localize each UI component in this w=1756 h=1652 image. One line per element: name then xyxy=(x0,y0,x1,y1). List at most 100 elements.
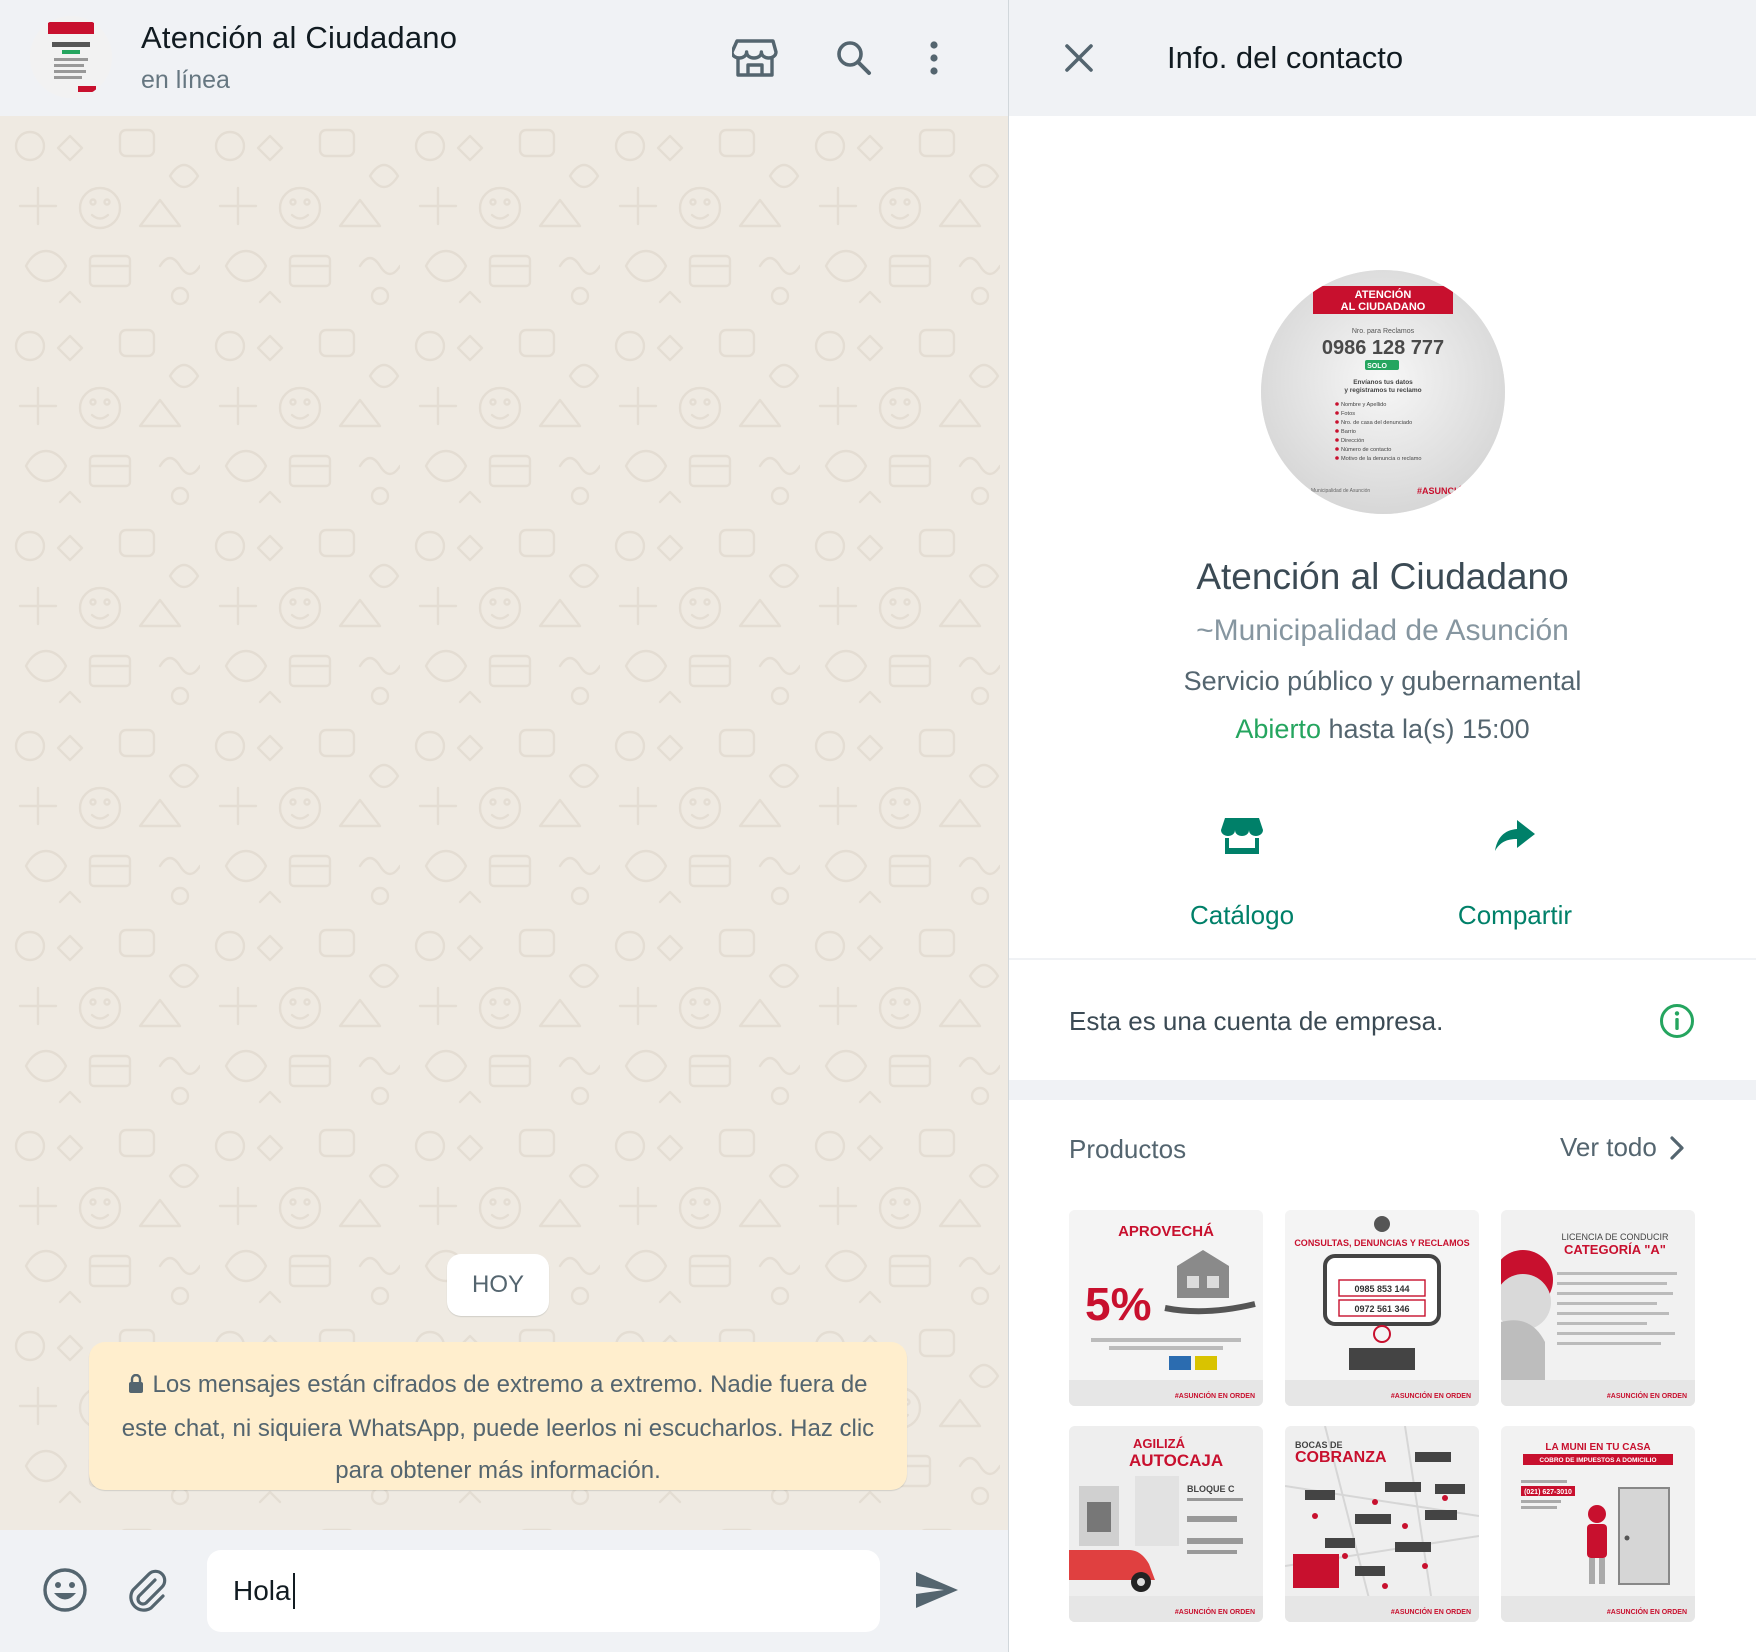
encryption-notice-text: Los mensajes están cifrados de extremo a… xyxy=(121,1371,875,1484)
profile-name: Atención al Ciudadano xyxy=(1196,556,1569,597)
product-phone: (021) 627-3010 xyxy=(1524,1489,1572,1496)
share-action-label: Compartir xyxy=(1457,900,1573,930)
product-headline: LICENCIA DE CONDUCIR xyxy=(1561,1232,1669,1242)
poster-list-item: Nro. de casa del denunciado xyxy=(1341,420,1412,426)
encryption-notice[interactable]: Los mensajes están cifrados de extremo a… xyxy=(89,1342,907,1490)
message-input[interactable] xyxy=(207,1550,880,1632)
chat-contact-name[interactable]: Atención al Ciudadano xyxy=(141,20,457,56)
product-highlight: 5% xyxy=(1085,1278,1151,1330)
open-status: Abierto xyxy=(1235,714,1321,744)
poster-list-item: Número de contacto xyxy=(1341,447,1391,453)
product-highlight: AUTOCAJA xyxy=(1129,1451,1223,1470)
product-footer: #ASUNCIÓN EN ORDEN xyxy=(1175,1607,1255,1616)
products-title: Productos xyxy=(1069,1134,1187,1164)
poster-list-item: Fotos xyxy=(1341,411,1355,417)
catalog-action-label: Catálogo xyxy=(1189,900,1295,930)
product-tile[interactable]: CONSULTAS, DENUNCIAS Y RECLAMOS 0985 853… xyxy=(1285,1210,1479,1406)
product-footer: #ASUNCIÓN EN ORDEN xyxy=(1607,1607,1687,1616)
poster-phone: 0986 128 777 xyxy=(1322,337,1444,359)
catalog-action[interactable]: Catálogo xyxy=(1142,806,1342,931)
contact-info-header: Info. del contacto xyxy=(1009,0,1756,116)
share-action[interactable]: Compartir xyxy=(1415,806,1615,931)
hours-text: hasta la(s) 15:00 xyxy=(1320,714,1530,744)
product-thumbnail: AGILIZÁ AUTOCAJA BLOQUE C #ASUNCIÓN EN O… xyxy=(1069,1426,1263,1622)
profile-photo[interactable]: ATENCIÓN AL CIUDADANO Nro. para Reclamos… xyxy=(1261,270,1505,514)
product-footer: #ASUNCIÓN EN ORDEN xyxy=(1391,1607,1471,1616)
poster-list-item: Motivo de la denuncia o reclamo xyxy=(1341,456,1422,462)
product-thumbnail: LICENCIA DE CONDUCIR CATEGORÍA "A" #ASUN… xyxy=(1501,1210,1695,1406)
attach-button[interactable] xyxy=(117,1560,177,1620)
poster-badge-line1: ATENCIÓN xyxy=(1355,288,1412,301)
info-icon xyxy=(1660,1004,1694,1038)
business-hours: Abierto hasta la(s) 15:00 xyxy=(1009,714,1756,745)
product-thumbnail: CONSULTAS, DENUNCIAS Y RECLAMOS 0985 853… xyxy=(1285,1210,1479,1406)
pane-divider xyxy=(1008,0,1009,1652)
product-footer: #ASUNCIÓN EN ORDEN xyxy=(1175,1391,1255,1400)
product-subheadline: COBRO DE IMPUESTOS A DOMICILIO xyxy=(1539,1457,1656,1464)
poster-intro-1: Envíanos tus datos xyxy=(1353,379,1413,386)
chat-menu-button[interactable] xyxy=(908,32,960,84)
chat-contact-status: en línea xyxy=(141,66,230,94)
more-vertical-icon xyxy=(930,41,938,75)
product-thumbnail: LA MUNI EN TU CASA COBRO DE IMPUESTOS A … xyxy=(1501,1426,1695,1622)
send-icon xyxy=(916,1572,958,1608)
business-account-notice: Esta es una cuenta de empresa. xyxy=(1069,1006,1444,1036)
product-headline: LA MUNI EN TU CASA xyxy=(1545,1442,1650,1453)
search-icon xyxy=(837,41,871,75)
doodle-pattern xyxy=(0,116,1008,1530)
product-tile[interactable]: LA MUNI EN TU CASA COBRO DE IMPUESTOS A … xyxy=(1501,1426,1695,1622)
contact-info-title: Info. del contacto xyxy=(1167,40,1404,75)
products-section: Productos Ver todo APROVECHÁ 5% #ASUNCIÓ… xyxy=(1009,1100,1756,1652)
poster-solo: SOLO xyxy=(1367,363,1387,370)
close-icon xyxy=(1065,44,1093,72)
chat-wallpaper xyxy=(0,116,1008,1530)
poster-intro-2: y registramos tu reclamo xyxy=(1344,387,1421,394)
product-thumbnail: BOCAS DE COBRANZA #ASUNCIÓN EN ORDEN xyxy=(1285,1426,1479,1622)
close-info-button[interactable] xyxy=(1053,32,1105,84)
chat-pane: Atención al Ciudadano en línea HOY Los m… xyxy=(0,0,1008,1652)
storefront-icon xyxy=(732,39,778,77)
poster-list-item: Barrio xyxy=(1341,429,1356,435)
emoji-icon xyxy=(43,1568,87,1612)
search-button[interactable] xyxy=(828,32,880,84)
emoji-button[interactable] xyxy=(35,1560,95,1620)
profile-push-name: ~Municipalidad de Asunción xyxy=(1196,614,1569,647)
share-arrow-icon xyxy=(1495,820,1535,851)
product-footer: #ASUNCIÓN EN ORDEN xyxy=(1607,1391,1687,1400)
see-all-products-link[interactable]: Ver todo xyxy=(1560,1132,1685,1163)
profile-poster: ATENCIÓN AL CIUDADANO Nro. para Reclamos… xyxy=(1261,270,1505,514)
product-headline: APROVECHÁ xyxy=(1118,1223,1214,1240)
avatar-poster-thumbnail xyxy=(30,16,112,98)
product-tile[interactable]: AGILIZÁ AUTOCAJA BLOQUE C #ASUNCIÓN EN O… xyxy=(1069,1426,1263,1622)
product-tile[interactable]: LICENCIA DE CONDUCIR CATEGORÍA "A" #ASUN… xyxy=(1501,1210,1695,1406)
poster-badge-line2: AL CIUDADANO xyxy=(1341,301,1426,313)
poster-caption: Nro. para Reclamos xyxy=(1352,328,1415,335)
product-tile[interactable]: APROVECHÁ 5% #ASUNCIÓN EN ORDEN xyxy=(1069,1210,1263,1406)
product-highlight: CATEGORÍA "A" xyxy=(1564,1242,1666,1257)
product-number-2: 0972 561 346 xyxy=(1354,1304,1409,1314)
product-number-1: 0985 853 144 xyxy=(1354,1284,1409,1294)
product-footer: #ASUNCIÓN EN ORDEN xyxy=(1391,1391,1471,1400)
product-tile[interactable]: BOCAS DE COBRANZA #ASUNCIÓN EN ORDEN xyxy=(1285,1426,1479,1622)
message-composer xyxy=(0,1530,1008,1652)
chat-header: Atención al Ciudadano en línea xyxy=(0,0,1008,116)
poster-footer-right: #ASUNCIÓN EN ORDEN xyxy=(1417,485,1505,496)
chevron-right-icon xyxy=(1670,1135,1684,1160)
poster-footer-left: Municipalidad de Asunción xyxy=(1311,488,1370,494)
paperclip-icon xyxy=(129,1569,167,1612)
product-headline: AGILIZÁ xyxy=(1133,1436,1186,1451)
product-headline: CONSULTAS, DENUNCIAS Y RECLAMOS xyxy=(1294,1238,1469,1248)
text-caret xyxy=(293,1573,295,1609)
storefront-icon xyxy=(1221,818,1263,854)
send-button[interactable] xyxy=(907,1560,967,1620)
catalog-button[interactable] xyxy=(729,32,781,84)
business-category: Servicio público y gubernamental xyxy=(1183,666,1582,696)
see-all-label: Ver todo xyxy=(1560,1132,1657,1162)
business-account-card: Esta es una cuenta de empresa. xyxy=(1009,960,1756,1080)
date-separator-chip: HOY xyxy=(447,1254,549,1316)
contact-avatar[interactable] xyxy=(30,16,112,98)
poster-list-item: Dirección xyxy=(1341,438,1364,444)
poster-list-item: Nombre y Apellido xyxy=(1341,402,1386,408)
business-info-button[interactable] xyxy=(1657,1001,1697,1041)
profile-card: ATENCIÓN AL CIUDADANO Nro. para Reclamos… xyxy=(1009,116,1756,958)
